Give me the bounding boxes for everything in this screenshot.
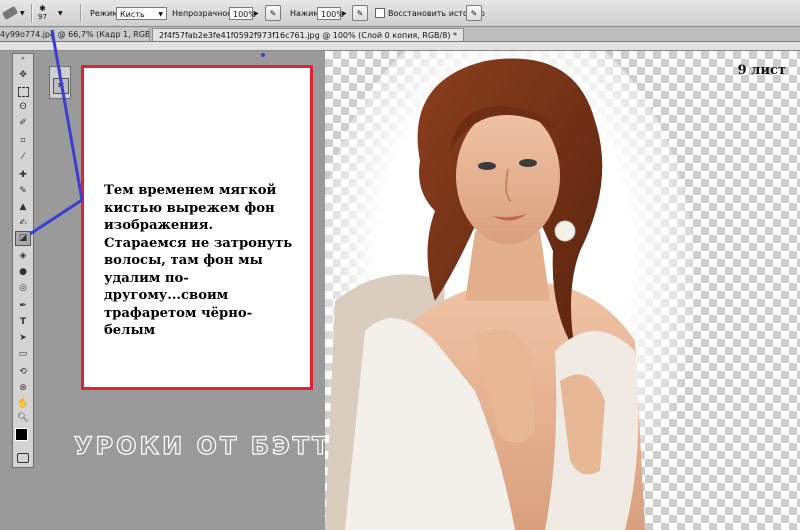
brush-size-value: 97 <box>38 13 47 21</box>
opacity-dropdown[interactable]: ▶ <box>254 0 259 26</box>
note-line: кистью вырежем фон <box>104 200 275 216</box>
3d-orbit-tool-icon[interactable]: ⊛ <box>15 381 31 396</box>
note-line: трафаретом чёрно- <box>104 305 253 321</box>
lasso-tool-icon[interactable]: ʘ <box>15 100 31 115</box>
note-line: Тем временем мягкой <box>104 183 277 198</box>
brush-picker[interactable]: ✱ 97 <box>38 0 47 26</box>
document-tab-1[interactable]: 4y99o774.jpg @ 66,7% (Кадр 1, RGB/8) * <box>0 28 150 41</box>
page-number-label: 9 лист <box>737 63 786 78</box>
tablet-size-button[interactable]: ✎ <box>466 0 482 26</box>
healing-brush-tool-icon[interactable]: ✚ <box>15 168 31 183</box>
panel-collapse-icon[interactable]: » <box>15 56 31 62</box>
pen-size-icon: ✎ <box>466 5 482 21</box>
instruction-note: Тем временем мягкой кистью вырежем фон и… <box>81 65 313 390</box>
note-line: изображения. <box>104 218 214 233</box>
annotation-line-eraser-tool <box>29 198 83 236</box>
tools-panel: » ✥ ʘ ✐ ⌗ ⁄ ✚ ✎ ▲ ✍ ◪ ◈ ● ◎ ✒ T ➤ ▭ ⟲ ⊛ … <box>12 53 34 468</box>
tab-label: 4y99o774.jpg @ 66,7% (Кадр 1, RGB/8) * <box>0 30 150 39</box>
3d-rotate-tool-icon[interactable]: ⟲ <box>15 365 31 380</box>
note-line: белым <box>104 323 156 338</box>
panel-collapse-icon[interactable]: » <box>50 67 70 75</box>
annotation-line-brush-size <box>50 29 84 201</box>
brush-tip-icon: ✱ <box>39 4 46 13</box>
mode-select-box: Кисть ▼ <box>116 6 167 20</box>
note-line: удалим по- <box>104 270 189 286</box>
color-swatches[interactable] <box>15 428 34 447</box>
pen-tool-icon[interactable]: ✒ <box>15 299 31 314</box>
eraser-tool-preset-icon <box>1 6 19 20</box>
note-line: другому...своим <box>104 288 229 303</box>
shape-tool-icon[interactable]: ▭ <box>15 347 31 362</box>
triangle-right-icon: ▶ <box>342 9 347 17</box>
airbrush-button[interactable]: ✎ <box>352 0 368 26</box>
chevron-down-icon: ▼ <box>20 9 25 17</box>
marquee-tool-icon[interactable] <box>15 84 31 99</box>
options-bar: ▼ ✱ 97 ▼ Режим: Кисть ▼ Непрозрачность: … <box>0 0 800 27</box>
flow-field: 100% <box>317 6 344 20</box>
checkbox-box <box>375 8 385 18</box>
pen-pressure-icon: ✎ <box>265 5 281 21</box>
flow-dropdown[interactable]: ▶ <box>342 0 347 26</box>
dodge-tool-icon[interactable]: ◎ <box>15 281 31 296</box>
separator <box>80 4 82 22</box>
note-line: волосы, там фон мы <box>104 253 263 268</box>
foreground-color-swatch[interactable] <box>15 428 28 441</box>
hand-tool-icon[interactable]: ✋ <box>15 397 31 412</box>
tool-preset-picker[interactable]: ▼ <box>1 0 25 26</box>
brush-tool-icon[interactable]: ✎ <box>15 184 31 199</box>
chevron-down-icon: ▼ <box>158 10 163 18</box>
watermark: УРОКИ ОТ БЭТТ <box>73 431 332 460</box>
eraser-tool-icon[interactable]: ◪ <box>15 231 31 246</box>
type-tool-icon[interactable]: T <box>15 315 31 330</box>
quick-selection-tool-icon[interactable]: ✐ <box>15 116 31 131</box>
mode-select-value: Кисть <box>120 9 145 19</box>
portrait-photo <box>325 51 695 530</box>
opacity-input[interactable]: 100% <box>229 0 256 26</box>
mode-select[interactable]: Кисть ▼ <box>116 0 167 26</box>
note-line: Стараемся не затронуть <box>104 235 293 251</box>
opacity-field: 100% <box>229 6 256 20</box>
left-eye <box>478 162 496 170</box>
history-brush-tool-icon[interactable]: ✍ <box>15 216 31 231</box>
right-eye <box>519 159 537 167</box>
path-selection-tool-icon[interactable]: ➤ <box>15 331 31 346</box>
quick-mask-icon[interactable] <box>15 450 31 465</box>
brush-picker-chevron[interactable]: ▼ <box>58 0 63 26</box>
separator <box>31 4 33 22</box>
ruler <box>0 42 800 51</box>
document-canvas[interactable]: 9 лист <box>325 51 800 530</box>
move-tool-icon[interactable]: ✥ <box>15 68 31 83</box>
clone-stamp-tool-icon[interactable]: ▲ <box>15 200 31 215</box>
zoom-tool-icon[interactable]: 🔍︎ <box>15 411 31 426</box>
eyedropper-tool-icon[interactable]: ⁄ <box>15 150 31 165</box>
brush-presets-button[interactable]: ✲ <box>53 78 69 94</box>
annotation-dot <box>261 53 265 57</box>
blur-tool-icon[interactable]: ● <box>15 265 31 280</box>
brush-presets-panel: » ✲ <box>49 66 71 99</box>
airbrush-icon: ✎ <box>352 5 368 21</box>
crop-tool-icon[interactable]: ⌗ <box>15 134 31 149</box>
face <box>456 108 560 244</box>
chevron-down-icon: ▼ <box>58 9 63 17</box>
tab-label: 2f4f57fab2e3fe41f0592f973f16c761.jpg @ 1… <box>159 31 457 40</box>
document-tab-2[interactable]: 2f4f57fab2e3fe41f0592f973f16c761.jpg @ 1… <box>152 28 464 41</box>
earring <box>554 220 576 242</box>
tablet-opacity-button[interactable]: ✎ <box>265 0 281 26</box>
flow-input[interactable]: 100% <box>317 0 344 26</box>
triangle-right-icon: ▶ <box>254 9 259 17</box>
paint-bucket-tool-icon[interactable]: ◈ <box>15 249 31 264</box>
document-tab-bar: 4y99o774.jpg @ 66,7% (Кадр 1, RGB/8) * 2… <box>0 27 800 42</box>
note-text: Тем временем мягкой кистью вырежем фон и… <box>104 182 314 340</box>
